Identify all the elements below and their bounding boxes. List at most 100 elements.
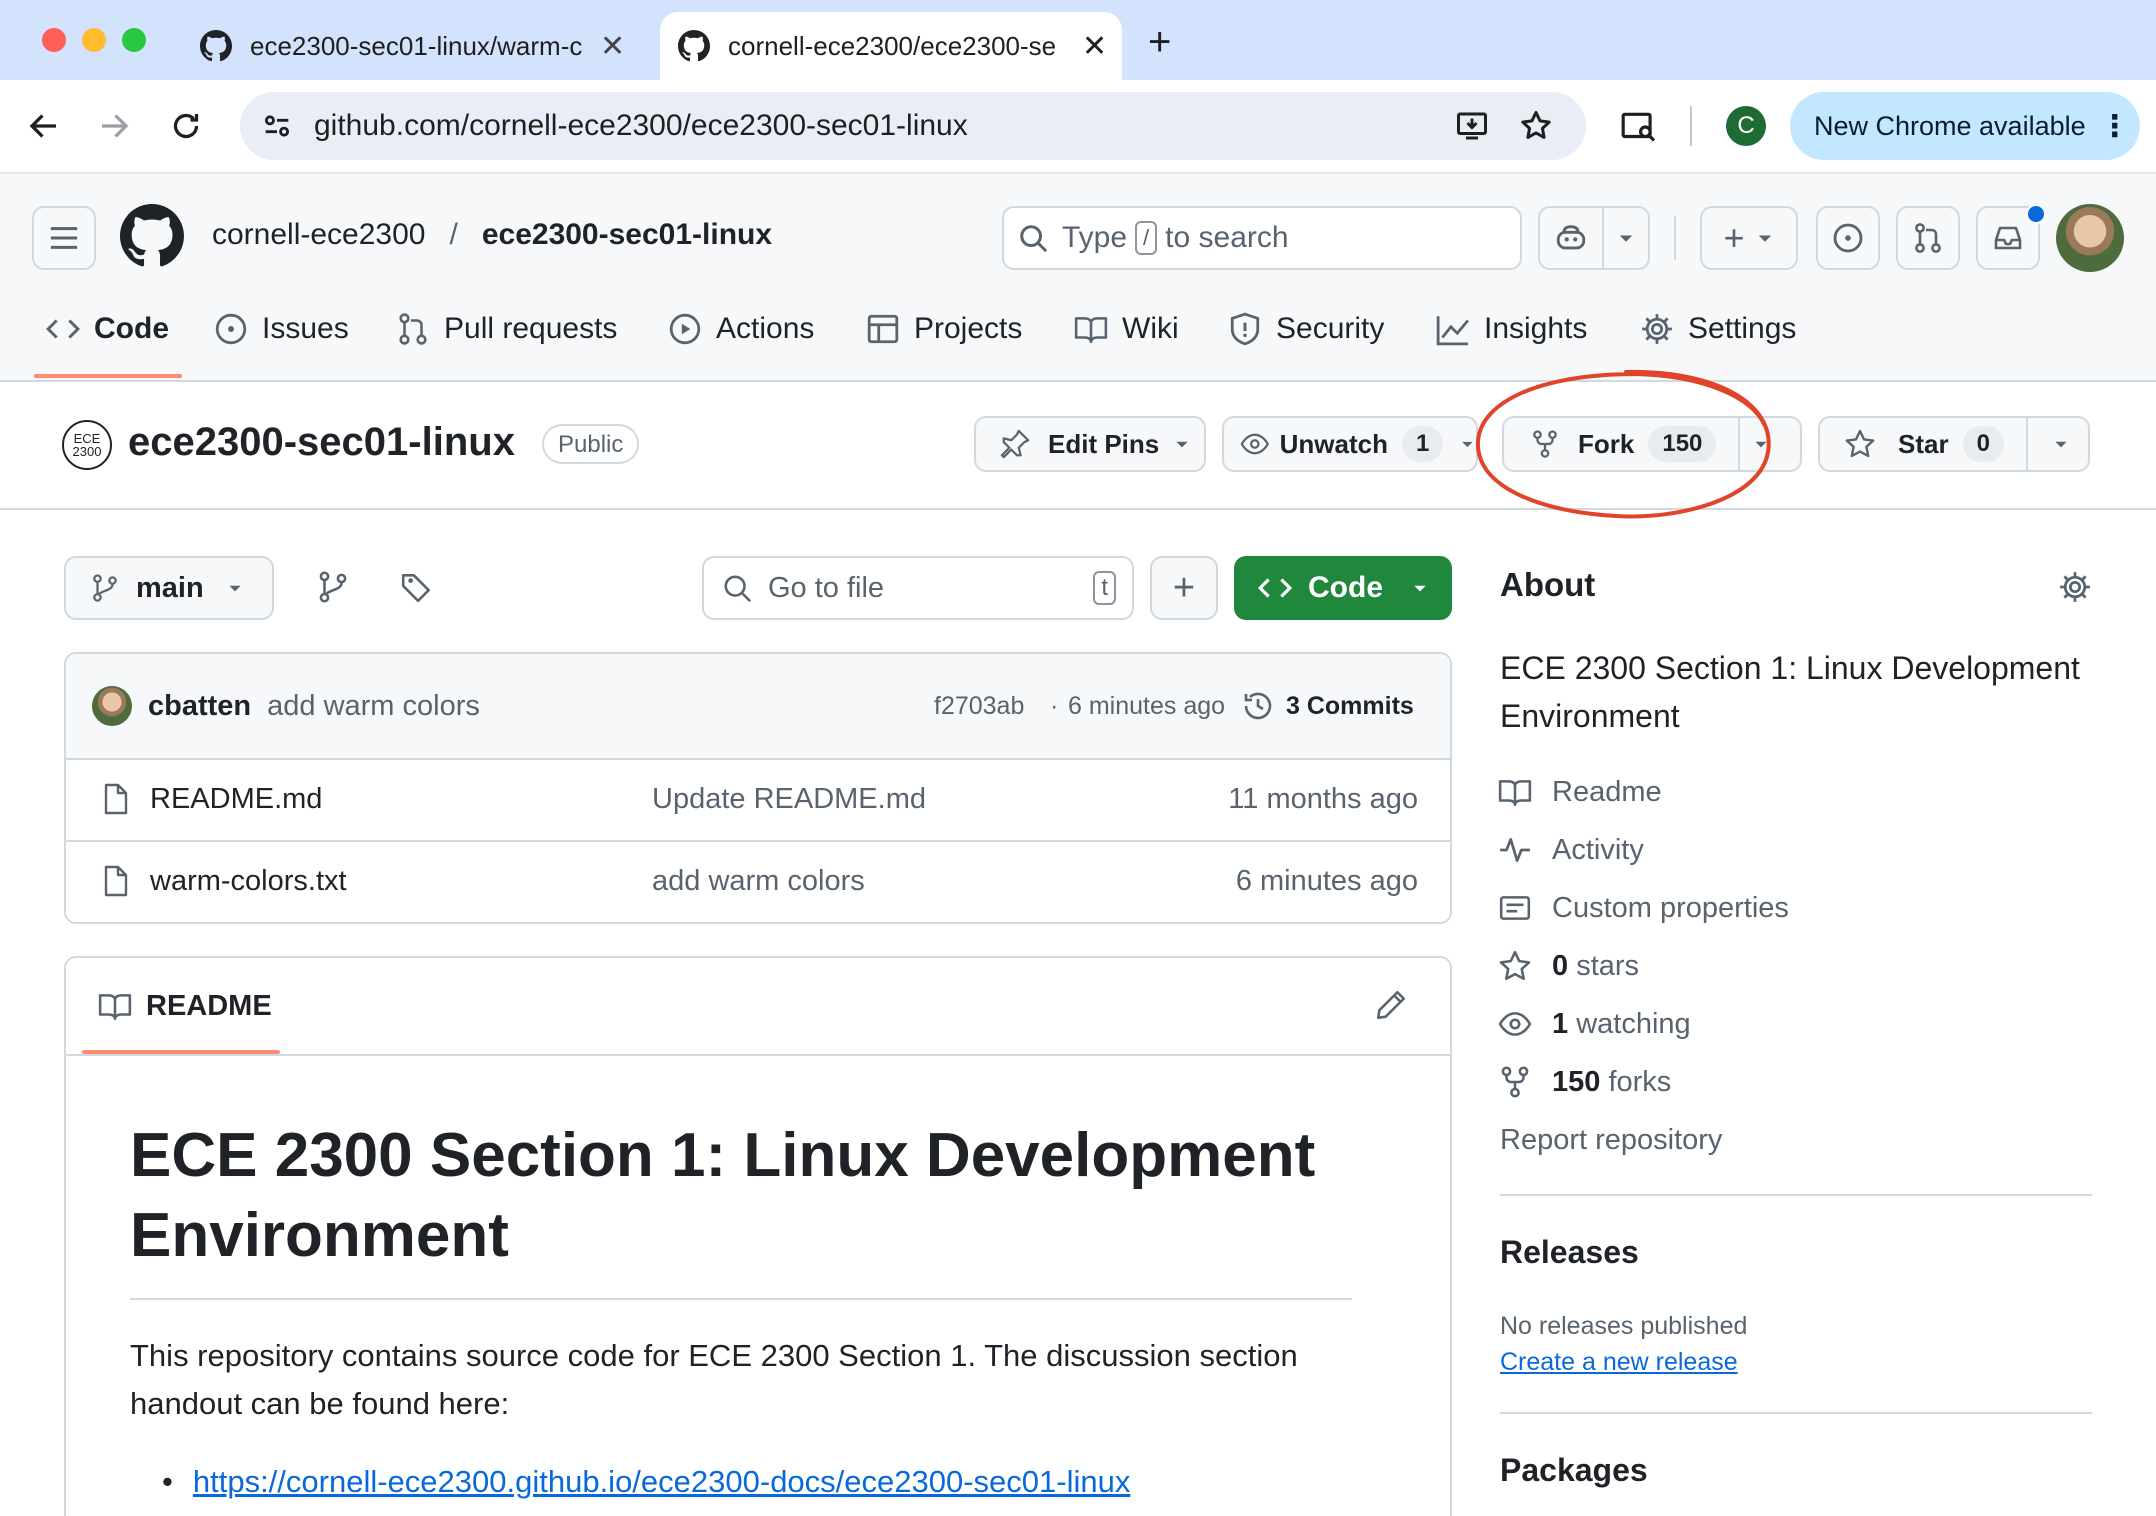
- tab-pull-requests[interactable]: Pull requests: [396, 302, 617, 356]
- branches-icon[interactable]: [316, 570, 350, 604]
- readme-heading: ECE 2300 Section 1: Linux Development En…: [130, 1121, 1316, 1270]
- search-tabs-icon[interactable]: [1620, 108, 1658, 146]
- watching-link[interactable]: 1 watching: [1498, 1002, 1691, 1046]
- tab-actions[interactable]: Actions: [668, 302, 814, 356]
- bookmark-star-icon[interactable]: [1518, 108, 1554, 144]
- book-icon: [1498, 780, 1532, 807]
- reload-icon[interactable]: [168, 108, 204, 144]
- profile-avatar[interactable]: C: [1726, 106, 1766, 146]
- history-icon: [1244, 692, 1272, 720]
- back-icon[interactable]: [26, 108, 62, 144]
- browser-tab-1[interactable]: ece2300-sec01-linux/warm-c ✕: [190, 12, 640, 80]
- create-release-link[interactable]: Create a new release: [1500, 1348, 1738, 1377]
- unwatch-label: Unwatch: [1279, 428, 1388, 459]
- sidebar-divider: [1500, 1412, 2092, 1414]
- file-row[interactable]: warm-colors.txt add warm colors 6 minute…: [66, 840, 1450, 922]
- close-tab-icon[interactable]: ✕: [600, 29, 625, 64]
- eye-icon: [1240, 433, 1270, 455]
- author-avatar[interactable]: [92, 686, 132, 726]
- forks-label: forks: [1608, 1065, 1672, 1098]
- file-commit-message[interactable]: add warm colors: [652, 865, 865, 898]
- close-window-button[interactable]: [42, 28, 66, 52]
- copilot-button[interactable]: [1538, 206, 1650, 270]
- new-tab-icon[interactable]: +: [1148, 20, 1171, 65]
- breadcrumb-owner[interactable]: cornell-ece2300: [212, 218, 425, 252]
- releases-title[interactable]: Releases: [1500, 1234, 1639, 1271]
- forward-icon[interactable]: [96, 108, 132, 144]
- hamburger-menu-icon[interactable]: [32, 206, 96, 270]
- site-info-icon[interactable]: [260, 109, 294, 143]
- breadcrumb-repo[interactable]: ece2300-sec01-linux: [482, 218, 772, 252]
- commit-author[interactable]: cbatten: [148, 690, 251, 723]
- address-bar[interactable]: github.com/cornell-ece2300/ece2300-sec01…: [240, 92, 1586, 160]
- github-logo-icon[interactable]: [120, 204, 184, 268]
- tab-label: Code: [94, 312, 169, 345]
- branch-selector[interactable]: main: [64, 556, 274, 620]
- file-name[interactable]: warm-colors.txt: [150, 865, 347, 898]
- repo-logo: ECE 2300: [62, 420, 112, 470]
- file-name[interactable]: README.md: [150, 783, 322, 816]
- new-chrome-available-button[interactable]: New Chrome available ⋮: [1790, 92, 2140, 160]
- install-app-icon[interactable]: [1454, 108, 1490, 144]
- tab-projects[interactable]: Projects: [866, 302, 1022, 356]
- readme-tab[interactable]: README: [98, 989, 272, 1023]
- edit-pins-button[interactable]: Edit Pins: [974, 416, 1206, 472]
- heading-rule: [130, 1298, 1352, 1300]
- create-new-button[interactable]: +: [1700, 206, 1798, 270]
- unwatch-button[interactable]: Unwatch 1: [1222, 416, 1478, 472]
- browser-tab-2-active[interactable]: cornell-ece2300/ece2300-se ✕: [660, 12, 1122, 80]
- stars-link[interactable]: 0 stars: [1498, 944, 1639, 988]
- add-file-button[interactable]: +: [1150, 556, 1218, 620]
- tab-security[interactable]: Security: [1228, 302, 1384, 356]
- gear-icon[interactable]: [2058, 570, 2092, 604]
- pencil-icon[interactable]: [1374, 988, 1408, 1022]
- activity-link[interactable]: Activity: [1498, 828, 1644, 872]
- tab-label: Issues: [262, 312, 349, 345]
- close-tab-icon[interactable]: ✕: [1082, 29, 1107, 64]
- tab-insights[interactable]: Insights: [1436, 302, 1587, 356]
- logo-line-2: 2300: [72, 444, 102, 459]
- code-dropdown-button[interactable]: Code: [1234, 556, 1452, 620]
- readme-link[interactable]: Readme: [1498, 770, 1662, 814]
- file-row[interactable]: README.md Update README.md 11 months ago: [66, 758, 1450, 842]
- go-to-file-input[interactable]: Go to file t: [702, 556, 1134, 620]
- chevron-down-icon[interactable]: [1616, 228, 1636, 248]
- commits-link[interactable]: 3 Commits: [1242, 690, 1414, 722]
- tab-label: Wiki: [1122, 312, 1179, 345]
- forks-link[interactable]: 150 forks: [1498, 1060, 1671, 1104]
- commit-time: 6 minutes ago: [1068, 691, 1226, 720]
- commit-message[interactable]: add warm colors: [267, 690, 480, 723]
- tab-wiki[interactable]: Wiki: [1074, 302, 1179, 356]
- file-commit-message[interactable]: Update README.md: [652, 783, 926, 816]
- github-search-input[interactable]: Type / to search: [1002, 206, 1522, 270]
- handout-link[interactable]: https://cornell-ece2300.github.io/ece230…: [193, 1464, 1131, 1500]
- chevron-down-icon[interactable]: [2052, 435, 2070, 453]
- report-repository-link[interactable]: Report repository: [1500, 1124, 1722, 1157]
- tab-settings[interactable]: Settings: [1640, 302, 1796, 356]
- commit-hash[interactable]: f2703ab: [934, 692, 1024, 721]
- maximize-window-button[interactable]: [122, 28, 146, 52]
- bullet: •: [162, 1464, 173, 1499]
- star-button[interactable]: Star 0: [1818, 416, 2090, 472]
- tag-icon[interactable]: [400, 570, 434, 604]
- tab-issues[interactable]: Issues: [214, 302, 349, 356]
- repo-name[interactable]: ece2300-sec01-linux: [128, 420, 515, 465]
- user-avatar[interactable]: [2056, 204, 2124, 272]
- chevron-down-icon: [229, 585, 241, 592]
- tab-label: Projects: [914, 312, 1023, 345]
- packages-title[interactable]: Packages: [1500, 1452, 1648, 1489]
- custom-properties-link[interactable]: Custom properties: [1498, 886, 1789, 930]
- browser-toolbar: github.com/cornell-ece2300/ece2300-sec01…: [0, 80, 2156, 174]
- tab-label: Actions: [716, 312, 815, 345]
- visibility-badge: Public: [542, 424, 640, 464]
- minimize-window-button[interactable]: [82, 28, 106, 52]
- about-description: ECE 2300 Section 1: Linux Development En…: [1500, 650, 2080, 734]
- pull-requests-icon[interactable]: [1896, 206, 1960, 270]
- file-time: 6 minutes ago: [1235, 864, 1418, 897]
- tab-code[interactable]: Code: [46, 302, 169, 356]
- url-text[interactable]: github.com/cornell-ece2300/ece2300-sec01…: [314, 109, 968, 143]
- search-icon: [724, 575, 752, 603]
- readme-tab-underline: [82, 1050, 280, 1054]
- issues-icon[interactable]: [1816, 206, 1880, 270]
- latest-commit-row: cbatten add warm colors f2703ab · 6 minu…: [66, 654, 1450, 760]
